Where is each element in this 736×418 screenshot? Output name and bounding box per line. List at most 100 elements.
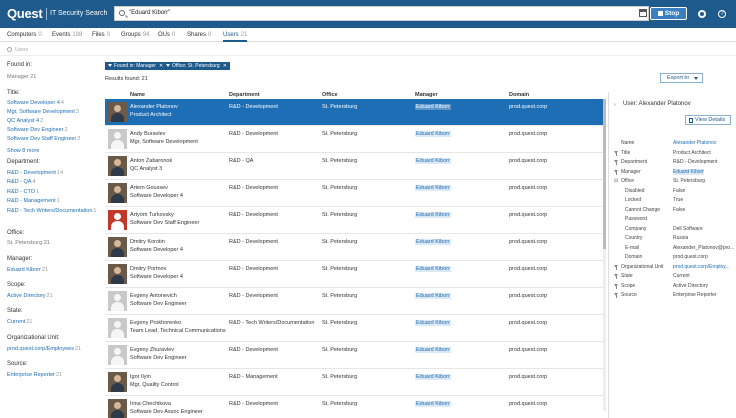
property-value: False [673, 187, 686, 194]
filter-icon[interactable] [614, 169, 618, 175]
column-header-domain[interactable]: Domain [509, 92, 529, 98]
facet-department-item[interactable]: R&D - QA4 [7, 179, 36, 185]
scrollbar-thumb[interactable] [603, 99, 606, 249]
property-key: Source [621, 292, 637, 298]
column-header-name[interactable]: Name [130, 92, 145, 98]
table-row[interactable]: Artyom Turkovsky Software Dev Staff Engin… [105, 207, 603, 234]
brand-divider [46, 8, 47, 20]
filter-icon[interactable] [614, 293, 618, 298]
property-row: Name Alexander Platonov [614, 140, 734, 149]
facet-department-item[interactable]: R&D - Tech Writers/Documentation1 [7, 208, 96, 214]
filter-icon[interactable] [614, 283, 618, 289]
manager-link[interactable]: Eduard Kiborr [415, 104, 451, 110]
manager-link[interactable]: Eduard Kiborr [415, 347, 451, 353]
column-header-office[interactable]: Office [322, 92, 338, 98]
facet-found-in-item[interactable]: Manager 21 [7, 74, 36, 80]
manager-link[interactable]: Eduard Kiborr [415, 320, 451, 326]
facet-title-item[interactable]: Mgr, Software Development3 [7, 109, 79, 115]
table-row[interactable]: Irina Chechikova Software Dev Assoc Engin… [105, 396, 603, 418]
facet-ou-item[interactable]: prod.quest.corp/Employees21 [7, 346, 81, 352]
manager-link[interactable]: Eduard Kiborr [415, 185, 451, 191]
manager-link[interactable]: Eduard Kiborr [415, 212, 451, 218]
tab-users[interactable]: Users 21 [223, 32, 248, 42]
tab-computers[interactable]: Computers 0 [7, 32, 42, 38]
table-row[interactable]: Evgeny Antonevich Software Dev Engineer R&… [105, 288, 603, 315]
facet-scope-item[interactable]: Active Directory21 [7, 293, 53, 299]
facet-department-item[interactable]: R&D - Development14 [7, 170, 63, 176]
facet-title-item[interactable]: Software Developer 44 [7, 100, 64, 106]
table-row[interactable]: Dmitry Korotin Software Developer 4 R&D - … [105, 234, 603, 261]
property-value[interactable]: Alexander Platonov [673, 140, 716, 146]
filter-icon[interactable] [614, 150, 618, 156]
user-domain: prod.quest.corp [509, 293, 548, 299]
tab-groups[interactable]: Groups 94 [121, 32, 149, 38]
facet-title-item[interactable]: Software Dev Engineer2 [7, 127, 68, 133]
property-key: Domain [625, 254, 643, 260]
property-value: True [673, 197, 684, 203]
collapse-icon[interactable]: ⊟ [614, 178, 618, 184]
manager-link[interactable]: Eduard Kiborr [415, 239, 451, 245]
export-button[interactable]: Export to [660, 73, 703, 83]
table-row[interactable]: Dmitry Portnov Software Developer 4 R&D - … [105, 261, 603, 288]
product-name: IT Security Search [50, 10, 108, 17]
manager-link[interactable]: Eduard Kiborr [415, 131, 451, 137]
user-name: Dmitry Portnov [130, 266, 167, 272]
results-count: Results found: 21 [105, 76, 148, 82]
property-row: Scope Active Directory [614, 283, 734, 292]
user-title: Software Developer 4 [130, 274, 183, 280]
table-row[interactable]: Evgeny Prokhorenko Team Lead, Technical C… [105, 315, 603, 342]
tab-ous[interactable]: OUs 0 [158, 32, 175, 38]
property-value[interactable]: Eduard Kiborr [673, 168, 704, 175]
tab-events[interactable]: Events 198 [52, 32, 82, 38]
chevron-right-icon[interactable]: › [614, 102, 616, 108]
stop-button[interactable]: Stop [650, 7, 687, 20]
property-row: Locked True [614, 197, 734, 206]
table-row[interactable]: Igor Ilyin Mgr, Quality Control R&D - Mana… [105, 369, 603, 396]
table-row[interactable]: Artem Goussev Software Developer 4 R&D - D… [105, 180, 603, 207]
column-header-manager[interactable]: Manager [415, 92, 438, 98]
filter-icon[interactable] [614, 274, 618, 279]
facet-title-item[interactable]: QC Analyst 42 [7, 118, 43, 124]
facet-office-item[interactable]: St. Petersburg 21 [7, 240, 50, 246]
search-input[interactable]: "Eduard Kiborr" [114, 6, 649, 21]
tab-files[interactable]: Files 0 [92, 32, 110, 38]
property-value: St. Petersburg [673, 178, 705, 184]
property-row: Department R&D - Development [614, 159, 734, 168]
detail-panel: › User: Alexander Platonov View Details … [608, 92, 736, 418]
filter-chip-found-in[interactable]: Found in: Manager ✕ [105, 62, 167, 70]
manager-link[interactable]: Eduard Kiborr [415, 374, 451, 380]
chevron-down-icon [694, 77, 698, 80]
show-more-link[interactable]: Show 8 more [7, 148, 39, 154]
facet-source-item[interactable]: Enterprise Reporter21 [7, 372, 62, 378]
facet-scope-title: Scope: [7, 282, 26, 288]
table-row[interactable]: Anton Zabaronok QC Analyst 3 R&D - QA St. P… [105, 153, 603, 180]
tab-shares[interactable]: Shares 0 [187, 32, 211, 38]
gear-icon[interactable] [698, 10, 706, 18]
property-value[interactable]: prod.quest.corp/Employ... [673, 264, 730, 270]
property-key: Title [621, 149, 631, 156]
result-tabs: Computers 0 Events 198 Files 0 Groups 94 OUs… [0, 28, 736, 42]
remove-filter-icon[interactable]: ✕ [223, 63, 227, 69]
facet-title-item[interactable]: Software Dev Staff Engineer2 [7, 136, 80, 142]
property-value: Product Architect [673, 149, 711, 156]
column-header-department[interactable]: Department [229, 92, 260, 98]
facet-department-item[interactable]: R&D - CTO1 [7, 189, 39, 195]
facet-state-item[interactable]: Current21 [7, 319, 32, 325]
filter-chip-office[interactable]: Office: St. Petersburg ✕ [163, 62, 230, 70]
facet-department-item[interactable]: R&D - Management1 [7, 198, 60, 204]
filter-icon[interactable] [614, 264, 618, 270]
manager-link[interactable]: Eduard Kiborr [415, 266, 451, 272]
search-query[interactable]: "Eduard Kiborr" [129, 10, 170, 16]
table-row[interactable]: Alexander Platonov Product Architect R&D -… [105, 99, 603, 126]
table-row[interactable]: Evgeny Zhuravlev Software Dev Engineer R&D… [105, 342, 603, 369]
user-domain: prod.quest.corp [509, 239, 548, 245]
manager-link[interactable]: Eduard Kiborr [415, 401, 451, 407]
filter-icon[interactable] [614, 160, 618, 165]
help-icon[interactable]: ? [718, 10, 726, 18]
manager-link[interactable]: Eduard Kiborr [415, 293, 451, 299]
facet-manager-item[interactable]: Eduard Kiborr21 [7, 267, 48, 273]
manager-link[interactable]: Eduard Kiborr [415, 158, 451, 164]
table-row[interactable]: Andy Buravlev Mgr, Software Development R&… [105, 126, 603, 153]
view-details-button[interactable]: View Details [685, 115, 731, 125]
calendar-icon[interactable] [639, 9, 647, 17]
